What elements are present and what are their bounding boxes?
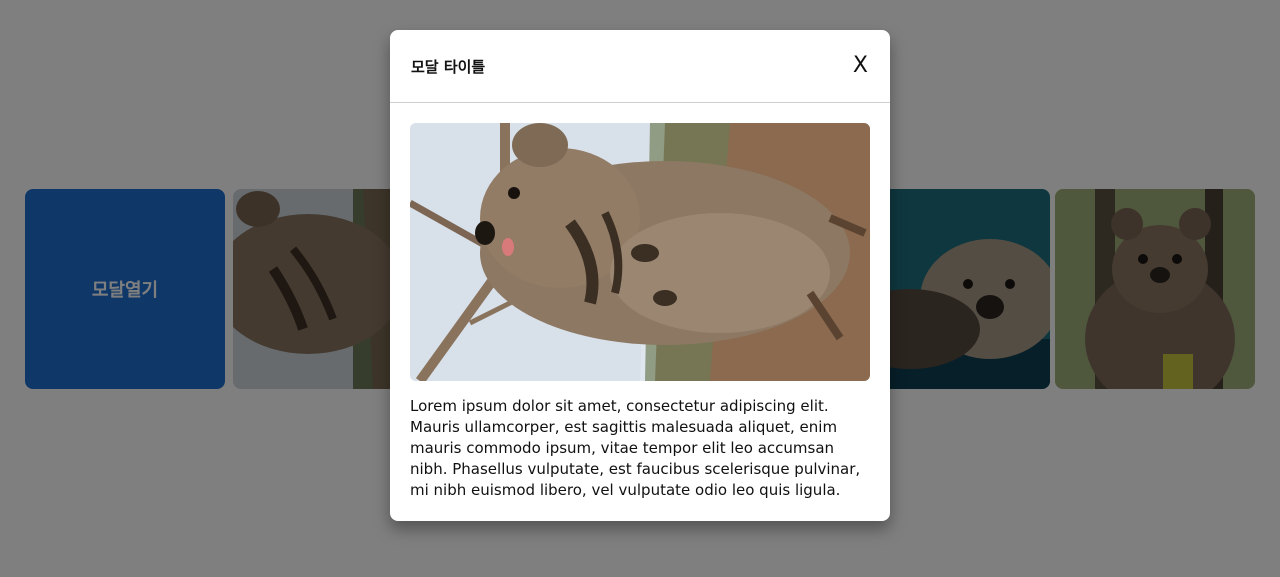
- modal-dialog: 모달 타이틀 X Lorem ipsum dolor sit amet, con…: [390, 30, 890, 521]
- modal-body: Lorem ipsum dolor sit amet, consectetur …: [390, 103, 890, 501]
- modal-header: 모달 타이틀 X: [390, 30, 890, 103]
- close-button[interactable]: X: [853, 55, 868, 77]
- modal-image: [410, 123, 870, 381]
- quokka-photo-icon: [410, 123, 870, 381]
- modal-body-text: Lorem ipsum dolor sit amet, consectetur …: [410, 397, 861, 499]
- modal-title: 모달 타이틀: [411, 57, 486, 76]
